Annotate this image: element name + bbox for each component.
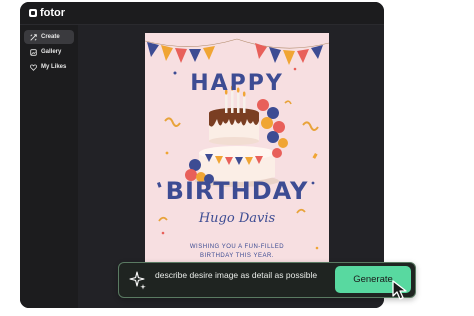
sidebar-item-label: Gallery (41, 49, 62, 55)
card-headline-birthday: BIRTHDAY (165, 177, 309, 205)
heart-icon (30, 64, 37, 71)
sidebar-item-label: Create (41, 34, 60, 40)
mouse-cursor-icon (392, 280, 408, 300)
sidebar-item-label: My Likes (41, 64, 67, 70)
create-icon (30, 33, 37, 41)
prompt-bar: describe desire image as detail as possi… (118, 262, 416, 298)
gallery-icon (30, 48, 37, 56)
sparkle-icon (129, 270, 147, 290)
prompt-input[interactable]: describe desire image as detail as possi… (155, 269, 325, 281)
sidebar: Create Gallery My Likes (20, 25, 78, 308)
birthday-cake-illustration (185, 85, 288, 187)
bunting-flags (147, 42, 323, 65)
fotor-logo[interactable]: fotor (29, 7, 65, 19)
sidebar-item-my-likes[interactable]: My Likes (24, 60, 74, 74)
card-wish-line: BIRTHDAY THIS YEAR. (200, 253, 274, 259)
card-headline-happy: HAPPY (190, 71, 284, 96)
card-wish-line: WISHING YOU A FUN-FILLED (189, 244, 285, 250)
brand-name: fotor (40, 7, 66, 19)
top-bar: fotor (20, 2, 384, 25)
card-recipient-name: Hugo Davis (198, 211, 276, 226)
sidebar-item-gallery[interactable]: Gallery (24, 45, 74, 59)
logo-icon (29, 9, 37, 17)
sidebar-item-create[interactable]: Create (24, 30, 74, 44)
generated-birthday-card[interactable]: HAPPY BIRTHDAY Hugo Davis WISHING YOU A … (145, 33, 329, 288)
